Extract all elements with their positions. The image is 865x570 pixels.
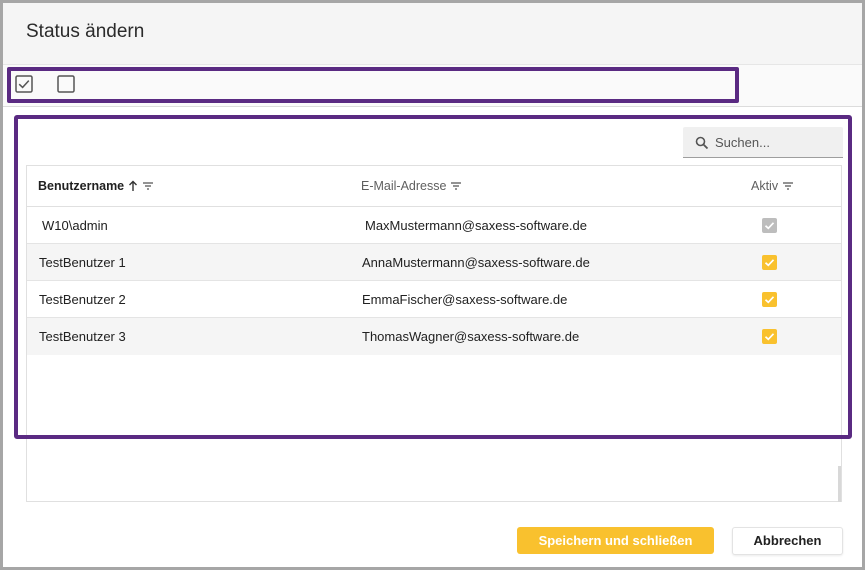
deactivate-all-button[interactable] [57,75,75,93]
empty-box-icon [57,75,75,93]
dialog-title: Status ändern [26,21,145,42]
status-dialog: Status ändern Benutzername [0,0,865,570]
save-and-close-button[interactable]: Speichern und schließen [517,527,714,554]
activate-all-button[interactable] [15,75,33,93]
toolbar [3,65,862,107]
dialog-header: Status ändern [3,3,862,65]
checked-box-icon [15,75,33,93]
cancel-button[interactable]: Abbrechen [732,527,843,555]
toolbar-highlight-frame [7,67,739,103]
grid-scrollbar[interactable] [838,466,841,502]
grid-highlight-frame [14,115,852,439]
